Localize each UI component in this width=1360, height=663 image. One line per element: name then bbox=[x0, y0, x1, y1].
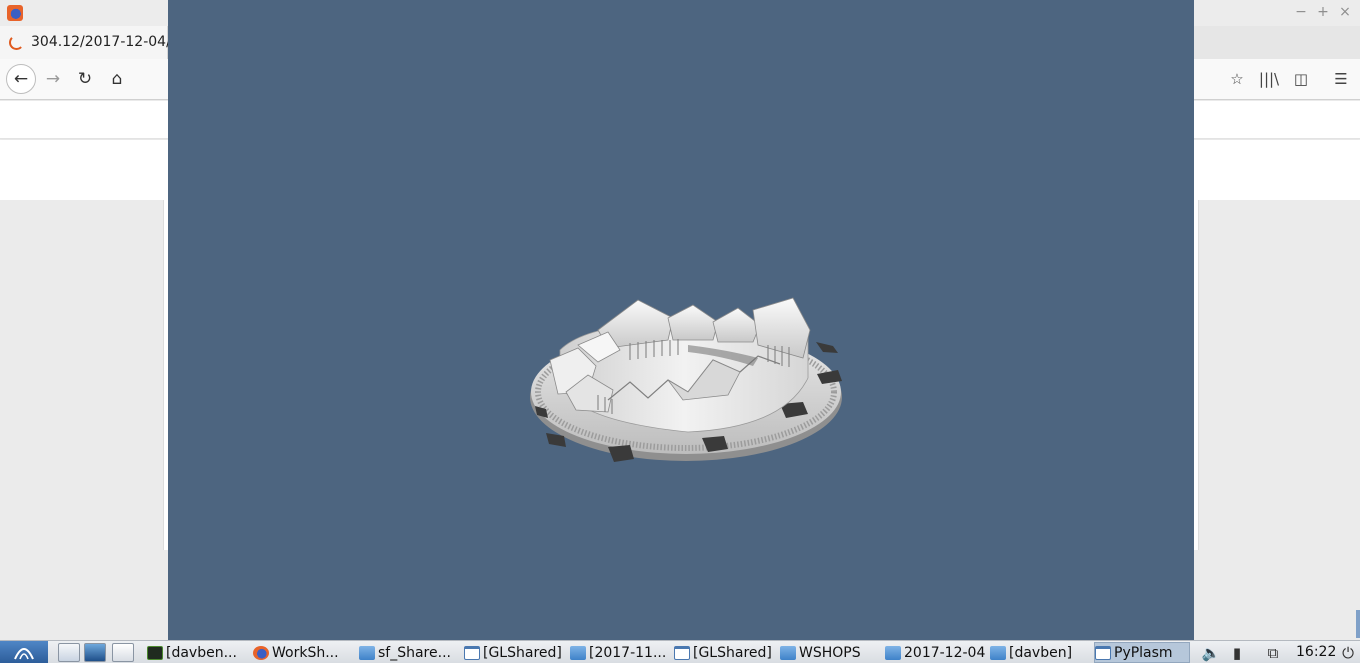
window-icon bbox=[464, 645, 480, 660]
home-button[interactable]: ⌂ bbox=[102, 64, 132, 94]
show-desktop-launcher-icon[interactable] bbox=[112, 643, 134, 662]
folder-icon bbox=[359, 645, 375, 660]
folder-icon bbox=[780, 645, 796, 660]
start-logo-icon bbox=[14, 648, 34, 660]
power-icon[interactable]: ⏻ bbox=[1338, 643, 1358, 662]
forward-button[interactable]: → bbox=[38, 64, 68, 94]
window-icon bbox=[1095, 645, 1111, 660]
taskbar-task-folder[interactable]: sf_Share... bbox=[359, 642, 459, 663]
pyplasm-viewer[interactable] bbox=[168, 0, 1194, 640]
task-label: WorkSh... bbox=[272, 644, 339, 661]
folder-icon bbox=[990, 645, 1006, 660]
taskbar-task-folder[interactable]: WSHOPS bbox=[780, 642, 880, 663]
taskbar-task-folder[interactable]: [2017-11... bbox=[570, 642, 670, 663]
taskbar-task-window[interactable]: [GLShared] bbox=[464, 642, 564, 663]
bookmark-star-icon[interactable]: ☆ bbox=[1222, 64, 1252, 94]
terminal-icon bbox=[147, 645, 163, 660]
firefox-icon bbox=[253, 645, 269, 660]
reload-button[interactable]: ↻ bbox=[70, 64, 100, 94]
taskbar: [davben... WorkSh... sf_Share... [GLShar… bbox=[0, 640, 1360, 663]
close-button[interactable]: × bbox=[1336, 3, 1354, 21]
volume-icon[interactable]: 🔈 bbox=[1200, 643, 1222, 662]
taskbar-task-folder[interactable]: [davben] bbox=[990, 642, 1090, 663]
task-label: [GLShared] bbox=[483, 644, 562, 661]
taskbar-task-firefox[interactable]: WorkSh... bbox=[253, 642, 353, 663]
sidebar-icon[interactable]: ◫ bbox=[1286, 64, 1316, 94]
task-label: [GLShared] bbox=[693, 644, 772, 661]
maximize-button[interactable]: + bbox=[1314, 3, 1332, 21]
library-icon[interactable]: |||\ bbox=[1254, 64, 1284, 94]
task-label: PyPlasm bbox=[1114, 644, 1173, 661]
folder-icon bbox=[570, 645, 586, 660]
loading-spinner-icon bbox=[9, 35, 24, 50]
network-launcher-icon[interactable] bbox=[84, 643, 106, 662]
battery-icon[interactable]: ▮ bbox=[1226, 643, 1248, 662]
taskbar-task-terminal[interactable]: [davben... bbox=[147, 642, 247, 663]
minimize-button[interactable]: − bbox=[1292, 3, 1310, 21]
clock[interactable]: 16:22 bbox=[1296, 644, 1336, 660]
back-button[interactable]: ← bbox=[6, 64, 36, 94]
task-label: 2017-12-04 bbox=[904, 644, 985, 661]
taskbar-task-pyplasm[interactable]: PyPlasm bbox=[1094, 642, 1190, 663]
network-icon[interactable]: ⧉ bbox=[1262, 643, 1284, 662]
task-label: sf_Share... bbox=[378, 644, 451, 661]
task-label: [davben... bbox=[166, 644, 237, 661]
task-label: [davben] bbox=[1009, 644, 1073, 661]
page-scrollbar-thumb[interactable] bbox=[1356, 610, 1360, 638]
tab-current[interactable]: 304.12/2017-12-04/ bbox=[0, 26, 171, 59]
taskbar-task-window[interactable]: [GLShared] bbox=[674, 642, 774, 663]
task-label: [2017-11... bbox=[589, 644, 667, 661]
tab-title: 304.12/2017-12-04/ bbox=[31, 34, 171, 50]
task-label: WSHOPS bbox=[799, 644, 861, 661]
3d-model-render bbox=[530, 297, 842, 462]
start-menu-button[interactable] bbox=[0, 641, 48, 663]
hamburger-menu-icon[interactable]: ☰ bbox=[1326, 64, 1356, 94]
file-manager-launcher-icon[interactable] bbox=[58, 643, 80, 662]
firefox-icon bbox=[7, 5, 23, 21]
window-icon bbox=[674, 645, 690, 660]
taskbar-task-folder[interactable]: 2017-12-04 bbox=[885, 642, 985, 663]
folder-icon bbox=[885, 645, 901, 660]
